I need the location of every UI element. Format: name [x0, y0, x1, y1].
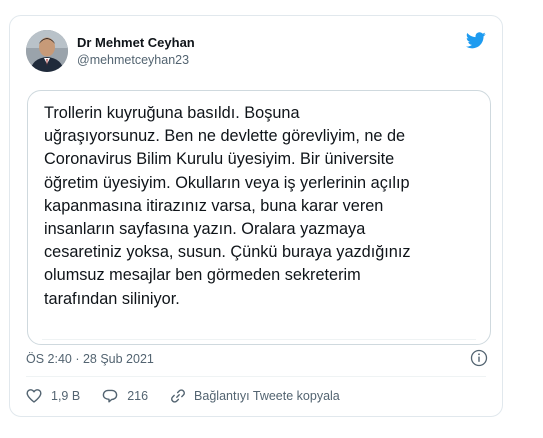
like-button[interactable]: 1,9 B [26, 388, 80, 404]
profile-photo-icon [26, 30, 68, 72]
action-bar: 1,9 B 216 Bağlantıyı Tweete kopyala [26, 386, 362, 406]
twitter-bird-icon[interactable] [465, 32, 486, 49]
copy-link-button[interactable]: Bağlantıyı Tweete kopyala [170, 388, 340, 404]
info-icon[interactable] [470, 349, 488, 367]
author-handle[interactable]: @mehmetceyhan23 [77, 53, 189, 67]
quote-text: Trollerin kuyruğuna basıldı. Boşuna uğra… [44, 104, 411, 308]
like-count: 1,9 B [51, 389, 81, 403]
avatar[interactable] [26, 30, 68, 72]
reply-button[interactable]: 216 [102, 388, 148, 404]
link-icon [171, 389, 186, 403]
reply-count: 216 [127, 389, 149, 403]
author-name[interactable]: Dr Mehmet Ceyhan [77, 35, 195, 50]
copy-link-label: Bağlantıyı Tweete kopyala [194, 389, 340, 403]
card-divider [26, 376, 486, 377]
quoted-content[interactable]: Trollerin kuyruğuna basıldı. Boşuna uğra… [27, 90, 491, 345]
heart-icon [26, 389, 42, 403]
reply-bubble-icon [102, 389, 118, 403]
tweet-card[interactable]: Dr Mehmet Ceyhan @mehmetceyhan23 Troller… [9, 15, 503, 417]
timestamp[interactable]: ÖS 2:40 · 28 Şub 2021 [26, 352, 154, 366]
quote-divider [42, 339, 476, 340]
